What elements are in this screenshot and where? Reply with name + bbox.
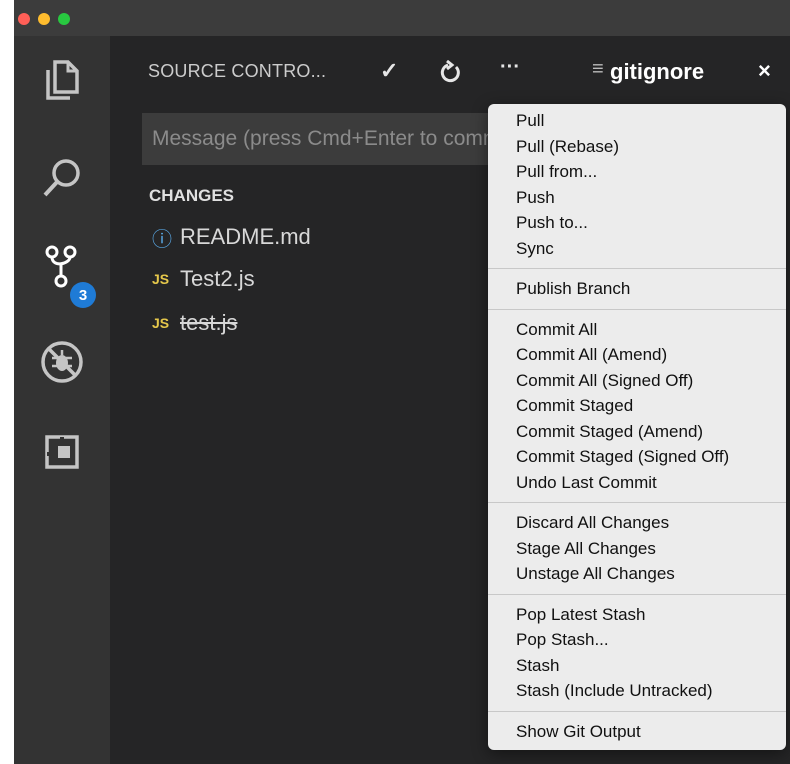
menu-item[interactable]: Pop Latest Stash [488,602,786,628]
menu-item[interactable]: Commit Staged (Signed Off) [488,444,786,470]
menu-item[interactable]: Commit All [488,317,786,343]
more-actions-icon[interactable]: ··· [500,56,520,79]
menu-item[interactable]: Push [488,185,786,211]
file-name: test.js [180,310,238,335]
menu-item[interactable]: Publish Branch [488,276,786,302]
menu-item[interactable]: Commit All (Signed Off) [488,368,786,394]
close-icon[interactable]: × [758,58,771,84]
menu-item[interactable]: Unstage All Changes [488,561,786,587]
menu-separator [488,268,786,269]
menu-item[interactable]: Discard All Changes [488,510,786,536]
menu-item[interactable]: Stash (Include Untracked) [488,678,786,704]
minimize-window-button[interactable] [38,13,50,25]
menu-item[interactable]: Pull from... [488,159,786,185]
info-icon: ⓘ [152,228,172,251]
file-row[interactable]: ⓘ README.md [152,220,311,254]
commit-check-icon[interactable]: ✓ [380,58,398,84]
search-icon[interactable] [38,154,86,202]
menu-item[interactable]: Push to... [488,210,786,236]
menu-item[interactable]: Commit All (Amend) [488,342,786,368]
menu-item[interactable]: Pop Stash... [488,627,786,653]
activity-bar: 3 [14,36,110,764]
tab-title: gitignore [610,59,705,84]
sidebar-title: SOURCE CONTRO... [148,61,327,81]
menu-item[interactable]: Commit Staged [488,393,786,419]
menu-item[interactable]: Commit Staged (Amend) [488,419,786,445]
menu-item[interactable]: Stage All Changes [488,536,786,562]
menu-separator [488,710,786,712]
refresh-icon[interactable] [440,58,462,90]
menu-separator [488,308,786,310]
menu-separator [488,502,786,503]
source-control-badge: 3 [70,282,96,308]
file-name: README.md [180,224,311,249]
file-name: Test2.js [180,266,255,291]
menu-item[interactable]: Undo Last Commit [488,470,786,496]
title-bar [0,0,790,36]
debug-icon[interactable] [38,338,86,386]
js-icon: JS [152,271,170,287]
vscode-window: 3 SOURCE CONTRO... ✓ ··· Message (press … [0,0,790,764]
menu-item[interactable]: Show Git Output [488,719,786,745]
explorer-icon[interactable] [38,56,86,104]
file-row[interactable]: JS Test2.js [152,262,255,296]
file-row[interactable]: JS test.js [152,306,237,340]
more-actions-menu: Pull Pull (Rebase) Pull from... Push Push to… [488,104,786,750]
close-window-button[interactable] [18,13,30,25]
menu-item[interactable]: Stash [488,653,786,679]
maximize-window-button[interactable] [58,13,70,25]
menu-item[interactable]: Pull [488,108,786,134]
menu-item[interactable]: Pull (Rebase) [488,134,786,160]
sidebar-header: SOURCE CONTRO... ✓ ··· [110,36,562,106]
screenshot-edge [0,0,14,764]
menu-item[interactable]: Sync [488,236,786,262]
list-icon: ≡ [592,58,604,80]
menu-separator [488,593,786,595]
extensions-icon[interactable] [38,428,86,476]
changes-header: CHANGES [149,186,235,205]
js-icon: JS [152,315,170,331]
editor-tab[interactable]: ≡ gitignore × [562,36,790,106]
